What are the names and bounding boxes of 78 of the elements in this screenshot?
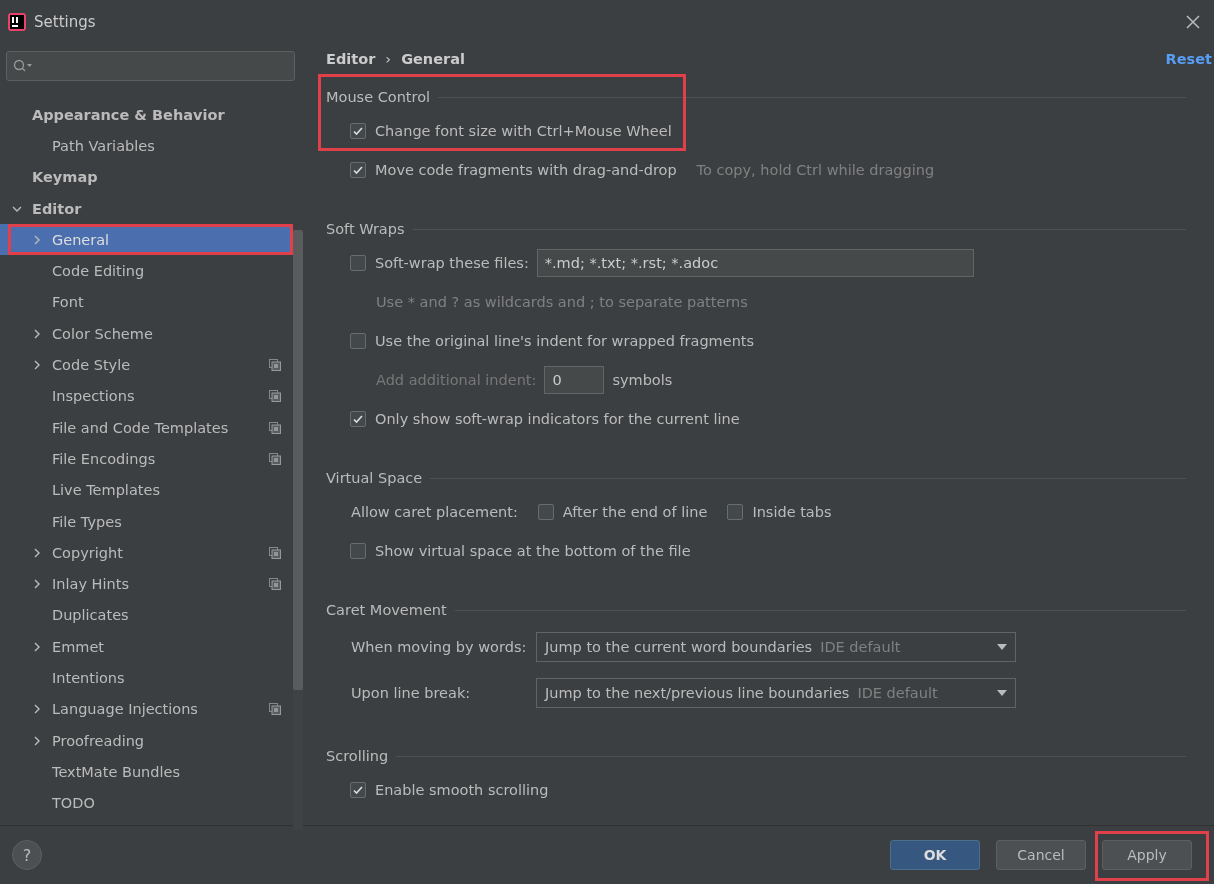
checkbox[interactable]: Inside tabs (727, 503, 832, 520)
scrollbar-thumb[interactable] (293, 230, 303, 690)
tree-item[interactable]: Emmet (0, 631, 293, 663)
copy-icon (269, 359, 281, 371)
tree-item[interactable]: Copyright (0, 537, 293, 569)
tree-item[interactable]: TextMate Bundles (0, 756, 293, 788)
hint-text: To copy, hold Ctrl while dragging (696, 161, 935, 178)
copy-icon (269, 421, 281, 434)
dropdown[interactable]: Jump to the current word boundaries IDE default (536, 632, 1016, 662)
tree-item[interactable]: File and Code Templates (0, 411, 293, 444)
checkbox[interactable]: Use the original line's indent for wrapped fragments (350, 332, 755, 349)
tree-item[interactable]: Code Editing (0, 255, 293, 287)
copy-icon (269, 390, 281, 403)
search-field[interactable] (6, 51, 295, 81)
hint-text: Use * and ? as wildcards and ; to separate patterns (376, 293, 748, 310)
chevron-right-icon (32, 735, 42, 746)
tree-item[interactable]: Inspections (0, 380, 293, 412)
tree-item[interactable]: Color Scheme (0, 318, 293, 350)
chevron-right-icon (32, 234, 42, 245)
chevron-right-icon (32, 547, 42, 558)
dialog-button[interactable]: Cancel (996, 840, 1086, 870)
checkbox[interactable]: Soft-wrap these files: (350, 254, 529, 271)
patterns-field[interactable]: *.md; *.txt; *.rst; *.adoc (536, 248, 974, 277)
field-label: Add additional indent: (376, 371, 537, 388)
tree-item[interactable]: Editor (0, 192, 293, 225)
tree-item[interactable]: Keymap (0, 161, 293, 193)
section-title: Soft Wraps (326, 221, 405, 237)
checkbox[interactable]: Move code fragments with drag-and-drop (350, 161, 677, 178)
tree-item[interactable]: Live Templates (0, 474, 293, 506)
tree-item[interactable]: Language Injections (0, 693, 293, 725)
caret-icon (997, 690, 1007, 696)
checkbox[interactable]: Change font size with Ctrl+Mouse Wheel (350, 122, 672, 139)
checkbox[interactable]: Show virtual space at the bottom of the file (350, 542, 691, 559)
checkbox[interactable]: Only show soft-wrap indicators for the current line (350, 410, 740, 427)
tree-item[interactable]: General (0, 224, 293, 256)
dropdown[interactable]: Jump to the next/previous line boundaries IDE default (536, 678, 1016, 708)
tree-item[interactable]: TODO (0, 787, 293, 819)
field-label: When moving by words: (351, 639, 528, 655)
breadcrumb-separator: › (385, 51, 392, 67)
search-icon (13, 59, 33, 73)
tree-item[interactable]: Path Variables (0, 130, 293, 162)
section-title: Virtual Space (326, 470, 423, 486)
chevron-right-icon (32, 641, 42, 652)
tree-item[interactable]: Proofreading (0, 724, 293, 757)
tree-item[interactable]: File Types (0, 505, 293, 538)
reset-link[interactable]: Reset (1165, 51, 1214, 67)
close-icon[interactable] (1186, 15, 1200, 29)
dialog-button[interactable]: Apply (1102, 840, 1192, 870)
breadcrumb-item: Editor (326, 51, 376, 67)
breadcrumb-item: General (401, 51, 465, 67)
window-title: Settings (34, 13, 96, 31)
help-button[interactable]: ? (12, 840, 42, 870)
chevron-right-icon (32, 704, 42, 715)
section-title: Caret Movement (326, 602, 447, 618)
section-title: Mouse Control (326, 89, 431, 105)
checkbox[interactable]: Enable smooth scrolling (350, 781, 549, 798)
field-label: Allow caret placement: (351, 503, 518, 520)
dialog-button[interactable]: OK (890, 840, 980, 870)
app-logo-icon (8, 13, 26, 31)
tree-item[interactable]: File Encodings (0, 443, 293, 475)
copy-icon (269, 703, 281, 716)
unit-label: symbols (612, 371, 673, 388)
caret-icon (997, 644, 1007, 650)
tree-item[interactable]: Appearance & Behavior (0, 99, 293, 131)
field-label: Upon line break: (351, 685, 472, 701)
tree-item[interactable]: Duplicates (0, 599, 293, 632)
copy-icon (269, 578, 281, 591)
copy-icon (269, 452, 281, 465)
chevron-right-icon (32, 579, 42, 590)
chevron-right-icon (32, 328, 42, 339)
checkbox[interactable]: After the end of line (537, 503, 708, 520)
chevron-right-icon (32, 360, 42, 370)
section-title: Scrolling (326, 748, 389, 764)
tree-item[interactable]: Font (0, 286, 293, 319)
copy-icon (269, 546, 281, 559)
tree-item[interactable]: Intentions (0, 662, 293, 694)
tree-item[interactable]: Inlay Hints (0, 568, 293, 600)
tree-item[interactable]: Code Style (0, 349, 293, 381)
